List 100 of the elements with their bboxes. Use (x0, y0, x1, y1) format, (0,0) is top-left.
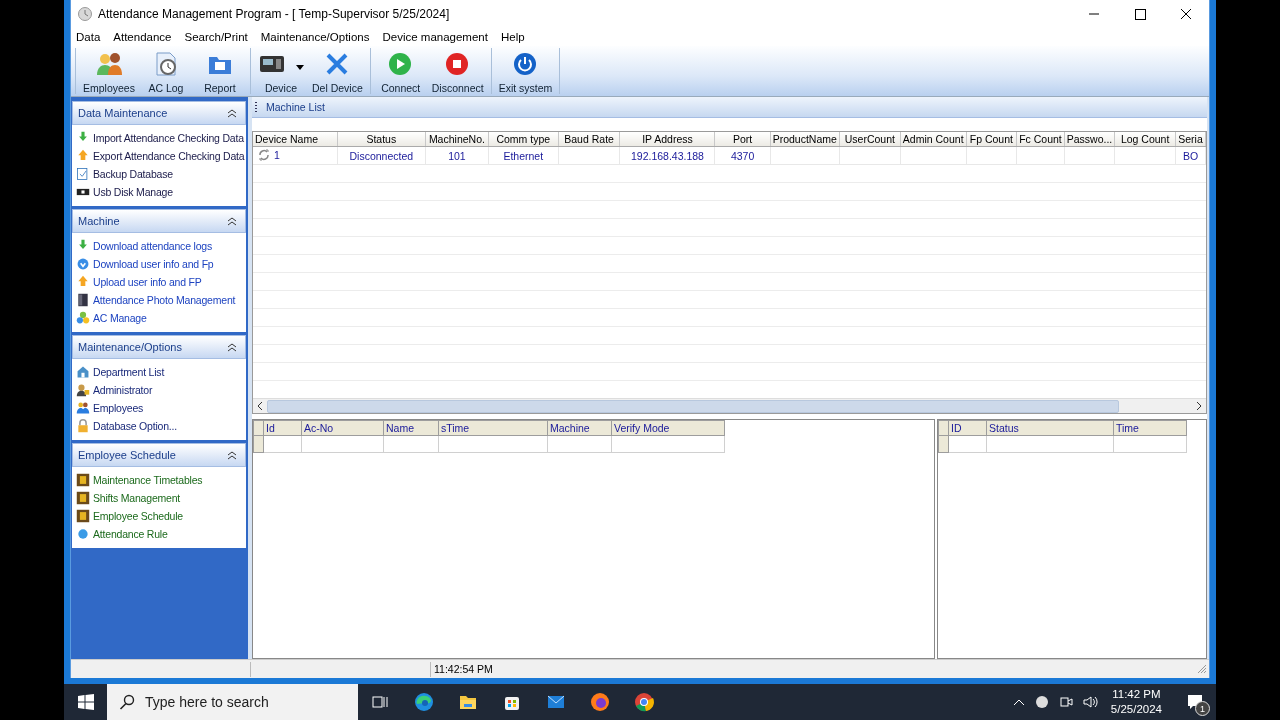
clock-date[interactable]: 5/25/2024 (1110, 702, 1162, 717)
toolbar-button[interactable]: Device (253, 48, 308, 94)
sidebar-link[interactable]: Database Option... (93, 420, 177, 432)
menu-item[interactable]: Maintenance/Options (260, 31, 370, 43)
download-icon (76, 257, 90, 271)
table-cell: 192.168.43.188 (619, 146, 715, 165)
column-header[interactable]: Id (263, 420, 302, 436)
column-header[interactable]: Comm type (488, 132, 559, 147)
column-header[interactable]: IP Address (619, 132, 715, 147)
menu-item[interactable]: Data (76, 31, 101, 43)
arrow-up-icon (76, 149, 90, 163)
document-icon (76, 167, 90, 181)
sidebar-link[interactable]: Download attendance logs (93, 240, 212, 252)
section-header: Machine List (252, 97, 1207, 118)
circles-icon (76, 311, 90, 325)
sidebar-link[interactable]: Upload user info and FP (93, 276, 202, 288)
panel-header[interactable]: Maintenance/Options (72, 335, 246, 359)
sidebar-link[interactable]: Attendance Rule (93, 528, 168, 540)
column-header[interactable]: Fp Count (966, 132, 1017, 147)
search-field[interactable]: Type here to search (145, 684, 358, 720)
column-header[interactable]: ID (948, 420, 987, 436)
speaker-icon[interactable] (1082, 695, 1099, 709)
toolbar-button[interactable]: Report (192, 48, 247, 94)
toolbar-button[interactable]: Employees (79, 48, 139, 94)
toolbar-button[interactable]: AC Log (138, 48, 193, 94)
column-header[interactable]: sTime (438, 420, 548, 436)
panel-header[interactable]: Employee Schedule (72, 443, 246, 467)
toolbar-button[interactable]: Del Device (307, 48, 367, 94)
sidebar-link[interactable]: Shifts Management (93, 492, 181, 504)
column-header[interactable]: Status (986, 420, 1114, 436)
windows-logo-icon (77, 694, 94, 710)
browser-icon[interactable] (414, 692, 434, 712)
clock-time[interactable]: 11:42 PM (1112, 687, 1161, 702)
column-header[interactable]: Passwo... (1064, 132, 1115, 147)
scrollbar-thumb[interactable] (267, 399, 1119, 413)
chevron-up-icon[interactable] (1012, 697, 1025, 707)
column-header[interactable]: Log Count (1114, 132, 1176, 147)
sidebar-link[interactable]: Maintenance Timetables (93, 474, 203, 486)
people-icon (76, 401, 90, 415)
house-icon (76, 365, 90, 379)
menu-item[interactable]: Attendance (113, 31, 172, 43)
toolbar-button[interactable]: Connect (373, 48, 428, 94)
table-cell: BO (1175, 146, 1206, 165)
column-header[interactable]: Machine (547, 420, 612, 436)
menu-item[interactable]: Search/Print (184, 31, 248, 43)
column-header[interactable]: Status (337, 132, 426, 147)
calendar-icon (76, 509, 90, 523)
dot-icon (76, 527, 90, 541)
sidebar-link[interactable]: Backup Database (93, 168, 173, 180)
arrow-up-icon (76, 275, 90, 289)
sidebar-link[interactable]: Download user info and Fp (93, 258, 214, 270)
toolbar-button[interactable]: Exit system (494, 48, 557, 94)
employees-icon (94, 51, 123, 77)
table-cell: Ethernet (488, 146, 559, 165)
column-header[interactable]: Time (1113, 420, 1187, 436)
column-header[interactable]: MachineNo. (425, 132, 489, 147)
column-header[interactable]: ProductName (770, 132, 840, 147)
app-icon (78, 7, 92, 21)
column-header[interactable]: Fc Count (1016, 132, 1065, 147)
column-header[interactable]: Admin Count (900, 132, 967, 147)
menu-item[interactable]: Help (500, 31, 525, 43)
sidebar-link[interactable]: Employee Schedule (93, 510, 183, 522)
column-header[interactable]: UserCount (839, 132, 901, 147)
sidebar-link[interactable]: Export Attendance Checking Data (93, 150, 245, 162)
column-header[interactable]: Seria (1175, 132, 1206, 147)
table-cell: 101 (425, 146, 489, 165)
horizontal-scrollbar[interactable] (253, 398, 1206, 413)
sidebar-link[interactable]: Usb Disk Manage (93, 186, 173, 198)
sidebar-link[interactable]: Administrator (93, 384, 153, 396)
column-header[interactable]: Baud Rate (558, 132, 620, 147)
search-icon (119, 694, 135, 710)
window-title: Attendance Management Program - [ Temp-Supervisor 5/25/2024] (98, 7, 451, 21)
table-cell: 4370 (714, 146, 771, 165)
column-header[interactable]: Device Name (253, 132, 338, 147)
calendar-icon (76, 473, 90, 487)
toolbar-button[interactable]: Disconnect (427, 48, 488, 94)
refresh-icon (258, 148, 270, 161)
status-time: 11:42:54 PM (433, 662, 494, 677)
menu-item[interactable]: Device management (382, 31, 488, 43)
padlock-icon (76, 419, 90, 433)
panel-header[interactable]: Data Maintenance (72, 101, 246, 125)
grip-icon (255, 101, 258, 113)
column-header[interactable]: Name (383, 420, 439, 436)
sidebar-link[interactable]: Employees (93, 402, 144, 414)
search-box[interactable]: Type here to search (107, 684, 358, 720)
panel-header[interactable]: Machine (72, 209, 246, 233)
fox-browser-icon[interactable] (590, 692, 610, 712)
sidebar-link[interactable]: Department List (93, 366, 165, 378)
camera-icon[interactable] (1058, 694, 1073, 710)
column-header[interactable]: Ac-No (301, 420, 384, 436)
sidebar-link[interactable]: Attendance Photo Management (93, 294, 236, 306)
sidebar-link[interactable]: AC Manage (93, 312, 147, 324)
column-header[interactable]: Verify Mode (611, 420, 725, 436)
table-cell: 1 (274, 148, 280, 161)
chrome-browser-icon[interactable] (634, 692, 654, 712)
sidebar-link[interactable]: Import Attendance Checking Data (93, 132, 244, 144)
calendar-icon (76, 491, 90, 505)
column-header[interactable]: Port (714, 132, 771, 147)
notification-count: 1 (1195, 701, 1210, 716)
person-icon (76, 383, 90, 397)
